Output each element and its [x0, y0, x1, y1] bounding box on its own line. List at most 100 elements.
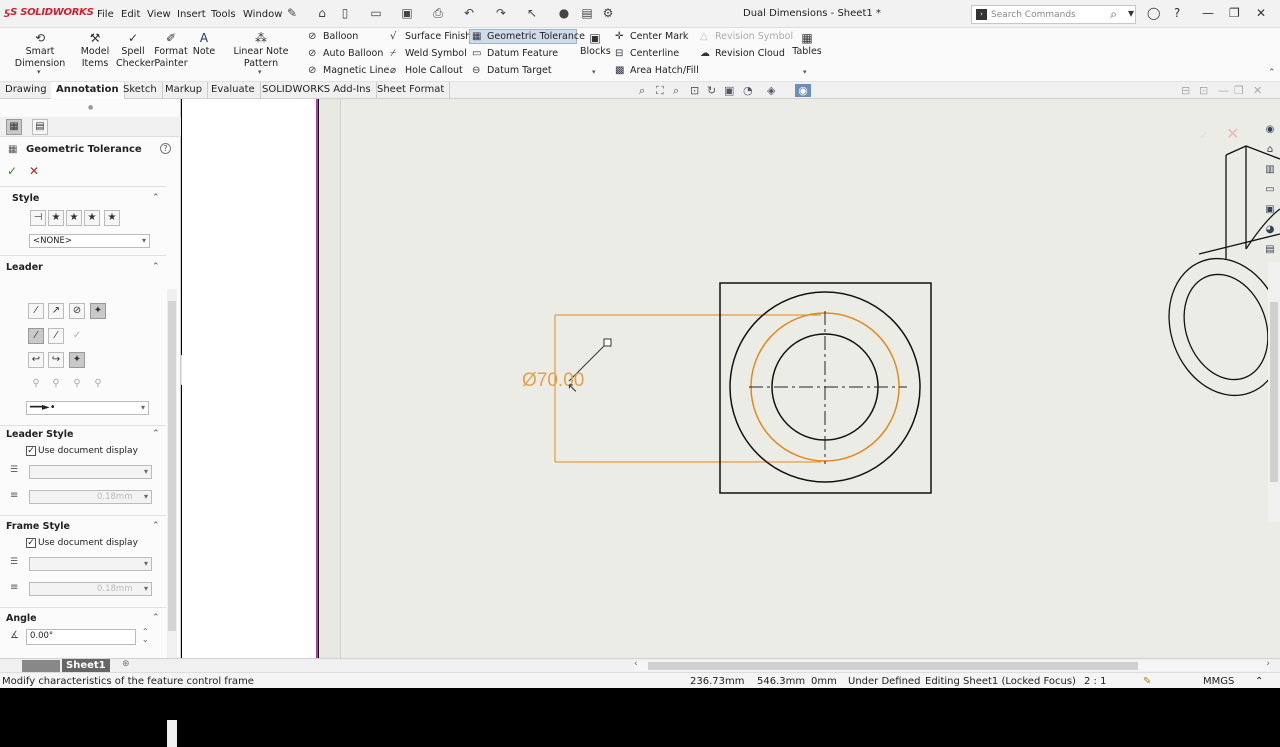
leader-none-icon[interactable]: ⊘ [69, 303, 85, 319]
leader-line-style-select[interactable]: ▾ [29, 465, 152, 479]
tab-markup[interactable]: Markup [160, 82, 209, 99]
cancel-x-icon[interactable]: ✕ [29, 164, 39, 178]
custom-properties-icon[interactable]: ▤ [1262, 242, 1278, 258]
leader-left-icon[interactable]: ⁄ [28, 328, 44, 344]
tab-annotation[interactable]: Annotation [51, 82, 125, 99]
tab-sketch[interactable]: Sketch [118, 82, 163, 99]
canvas-horizontal-scrollbar-thumb[interactable] [648, 662, 1138, 670]
leader-nearest-icon[interactable]: ✓ [69, 328, 85, 344]
menu-view[interactable]: View [147, 9, 171, 20]
viewport-restore-icon[interactable]: ❐ [1234, 84, 1244, 97]
tables-button[interactable]: ▦ Tables [792, 32, 822, 58]
style-load-icon[interactable]: ★ [104, 210, 120, 226]
collapse-style-icon[interactable]: ⌃ [152, 193, 160, 203]
style-add-icon[interactable]: ★ [48, 210, 64, 226]
search-input[interactable]: Search Commands [991, 10, 1076, 20]
home-icon[interactable]: ⌂ [315, 6, 329, 20]
help-icon[interactable]: ? [1174, 6, 1180, 20]
search-icon[interactable]: ⌕ [1110, 7, 1117, 22]
select-icon[interactable]: ↖ [525, 6, 539, 20]
units-dropdown-icon[interactable]: ⌃ [1255, 676, 1263, 687]
menu-file[interactable]: File [97, 9, 114, 20]
sheet-nav-buttons[interactable] [22, 660, 60, 672]
search-commands[interactable]: › Search Commands ⌕ [971, 5, 1136, 24]
tab-evaluate[interactable]: Evaluate [206, 82, 261, 99]
realview-icon[interactable]: ◉ [795, 84, 811, 97]
surface-finish-button[interactable]: √ Surface Finish [390, 31, 471, 42]
save-icon[interactable]: ▣ [400, 6, 414, 20]
view-settings-icon[interactable]: ◈ [767, 84, 775, 97]
file-explorer-icon[interactable]: ▭ [1262, 182, 1278, 198]
drawing-view[interactable]: Ø70.00 ↖ ✓ ✕ [341, 99, 1280, 658]
restore-icon[interactable]: ❐ [1229, 6, 1240, 20]
frame-thickness-select[interactable]: 0.18mm ▾ [29, 582, 152, 596]
datum-target-button[interactable]: ⊖ Datum Target [472, 65, 552, 76]
scroll-right-icon[interactable]: › [1266, 659, 1270, 669]
revision-cloud-button[interactable]: ☁ Revision Cloud [700, 48, 785, 59]
canvas-vertical-scrollbar[interactable] [1268, 262, 1280, 522]
pin-icon[interactable]: ✎ [285, 6, 299, 20]
angle-input[interactable]: 0.00° [26, 629, 136, 645]
user-icon[interactable]: ◯ [1147, 6, 1160, 20]
status-scale[interactable]: 2 : 1 [1084, 676, 1106, 687]
property-manager-tab-icon[interactable]: ▤ [32, 119, 48, 135]
ok-check-icon[interactable]: ✓ [7, 164, 17, 178]
frame-line-style-select[interactable]: ▾ [29, 557, 152, 571]
tab-sheet-format[interactable]: Sheet Format [372, 82, 451, 99]
style-default-icon[interactable]: ⊣ [30, 210, 46, 226]
viewport-minimize-icon[interactable]: — [1218, 84, 1229, 97]
collapse-angle-icon[interactable]: ⌃ [152, 613, 160, 623]
arrow-style-select[interactable]: ━━►• ▾ [26, 401, 149, 415]
format-painter-button[interactable]: ✐ Format Painter [154, 32, 188, 70]
leader-thickness-select[interactable]: 0.18mm ▾ [29, 490, 152, 504]
leader-curve-right-icon[interactable]: ↪ [48, 352, 64, 368]
note-dropdown-icon[interactable]: ▾ [258, 68, 262, 76]
smart-dimension-dropdown-icon[interactable]: ▾ [37, 68, 41, 76]
linear-note-pattern-button[interactable]: ⁂ Linear Note Pattern [219, 32, 303, 70]
leader-bent-icon[interactable]: ↗ [48, 303, 64, 319]
style-select[interactable]: <NONE> ▾ [29, 234, 150, 248]
collapse-leader-icon[interactable]: ⌃ [152, 262, 160, 272]
design-library-icon[interactable]: ▥ [1262, 162, 1278, 178]
viewport-split-icon[interactable]: ⊟ [1181, 84, 1190, 97]
frame-use-doc-display-checkbox[interactable]: ✓ [26, 538, 36, 548]
smart-dimension-button[interactable]: ⟲ Smart Dimension [4, 32, 76, 70]
blocks-dropdown-icon[interactable]: ▾ [592, 68, 596, 76]
menu-edit[interactable]: Edit [121, 9, 140, 20]
rebuild-icon[interactable]: ● [557, 6, 571, 20]
search-dropdown-icon[interactable]: ▾ [1128, 6, 1134, 20]
display-style-icon[interactable]: ▣ [724, 84, 734, 97]
attach-bottom-icon[interactable]: ⚲ [69, 376, 85, 392]
status-units[interactable]: MMGS [1203, 676, 1234, 687]
leader-handle[interactable] [603, 338, 612, 347]
center-mark-button[interactable]: ✛ Center Mark [615, 31, 688, 42]
ribbon-collapse-icon[interactable]: ⌃ [1268, 68, 1276, 78]
minimize-icon[interactable]: — [1202, 6, 1214, 20]
undo-icon[interactable]: ↶ [462, 6, 476, 20]
redo-icon[interactable]: ↷ [494, 6, 508, 20]
help-icon[interactable]: ? [160, 143, 171, 154]
auto-balloon-button[interactable]: ⊘ Auto Balloon [308, 48, 383, 59]
collapse-frame-style-icon[interactable]: ⌃ [152, 521, 160, 531]
scroll-left-icon[interactable]: ‹ [634, 659, 638, 669]
viewport-float-icon[interactable]: ⊡ [1199, 84, 1208, 97]
new-document-icon[interactable]: ▯ [338, 6, 352, 20]
leader-smart-icon[interactable]: ✦ [69, 352, 85, 368]
weld-symbol-button[interactable]: ⌿ Weld Symbol [390, 48, 467, 59]
confirm-cancel-icon[interactable]: ✕ [1226, 124, 1239, 143]
print-icon[interactable]: ⎙ [431, 6, 445, 20]
dimension-extension-lines[interactable] [554, 314, 821, 463]
feature-manager-tab-icon[interactable]: ▦ [6, 119, 22, 135]
hide-show-icon[interactable]: ◔ [743, 84, 753, 97]
magnetic-line-button[interactable]: ⊘ Magnetic Line [308, 65, 389, 76]
hole-callout-button[interactable]: ⌀ Hole Callout [390, 65, 463, 76]
canvas-vertical-scrollbar-thumb[interactable] [1270, 302, 1278, 482]
revision-symbol-button[interactable]: △ Revision Symbol [700, 31, 793, 42]
leader-auto-icon[interactable]: ✦ [90, 303, 106, 319]
solidworks-resources-icon[interactable]: ◉ [1262, 122, 1278, 138]
collapse-leader-style-icon[interactable]: ⌃ [152, 429, 160, 439]
home-icon[interactable]: ⌂ [1262, 142, 1278, 158]
add-sheet-icon[interactable]: ⊕ [122, 659, 130, 669]
note-button[interactable]: A Note [192, 32, 216, 58]
menu-window[interactable]: Window [243, 9, 282, 20]
